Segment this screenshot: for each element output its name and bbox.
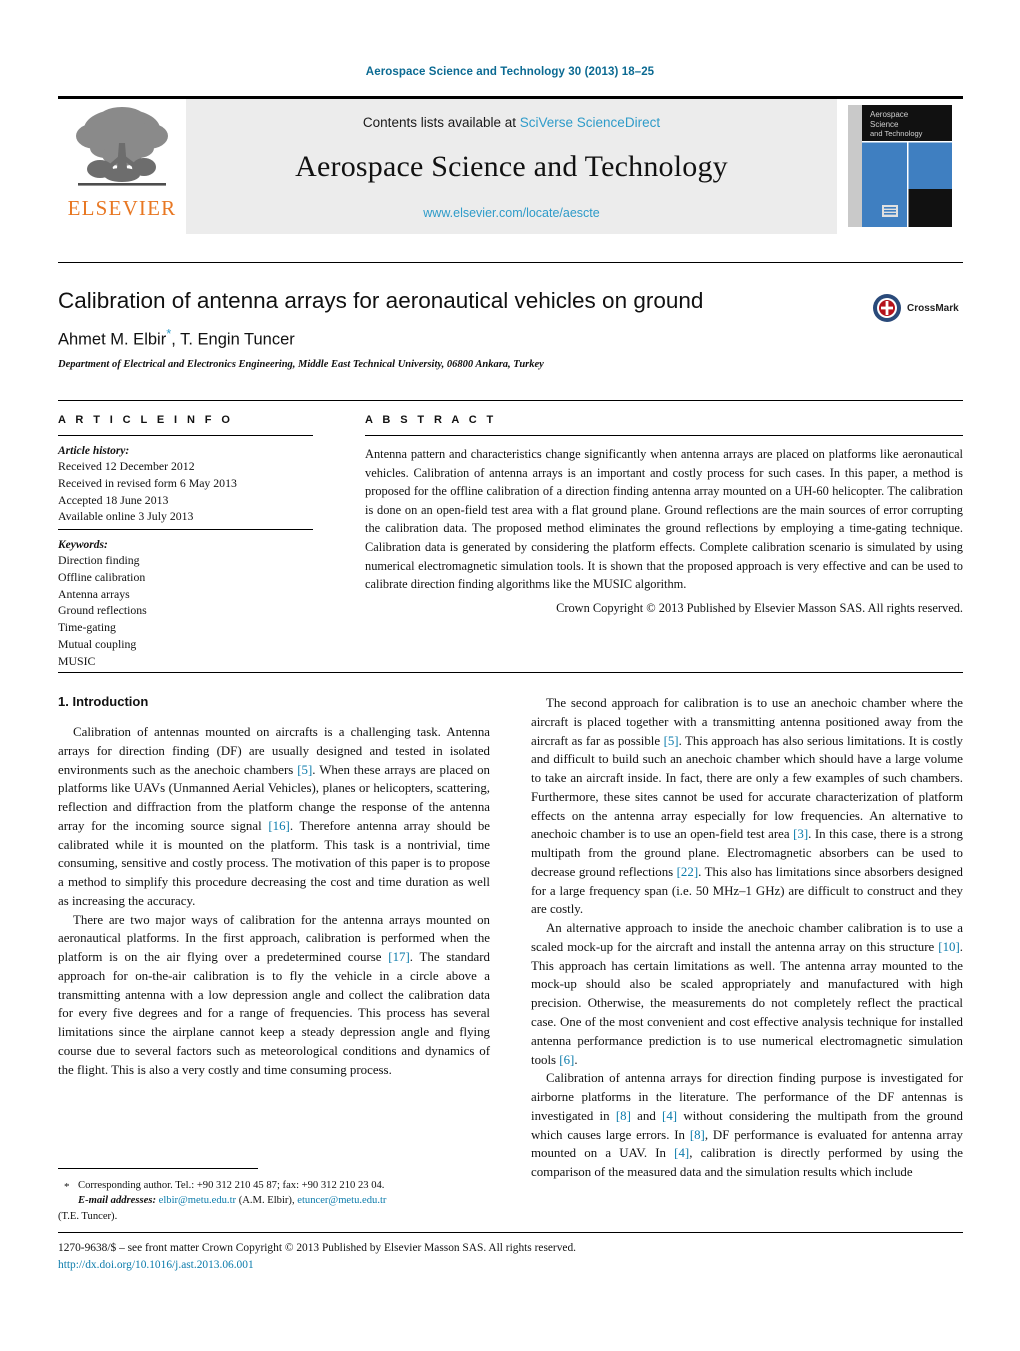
paragraph-text: .	[574, 1052, 578, 1067]
body-paragraph: The second approach for calibration is t…	[531, 694, 963, 919]
journal-masthead: ELSEVIER Contents lists available at Sci…	[58, 96, 963, 234]
article-history-list: Received 12 December 2012 Received in rev…	[58, 458, 313, 525]
email-link-2[interactable]: etuncer@metu.edu.tr	[297, 1195, 386, 1206]
crossmark-label: CrossMark	[907, 302, 959, 314]
article-title: Calibration of antenna arrays for aerona…	[58, 288, 704, 313]
journal-article-page: Aerospace Science and Technology 30 (201…	[0, 0, 1020, 1351]
citation-link[interactable]: [4]	[674, 1146, 689, 1160]
page-footer: 1270-9638/$ – see front matter Crown Cop…	[58, 1240, 963, 1274]
citation-link[interactable]: [8]	[616, 1109, 631, 1123]
svg-text:Science: Science	[870, 120, 899, 129]
keyword-item: Direction finding	[58, 553, 140, 567]
keywords-label: Keywords:	[58, 539, 108, 551]
abstract-heading: A B S T R A C T	[365, 414, 497, 426]
crossmark-badge[interactable]: CrossMark	[872, 288, 964, 328]
paragraph-text: and	[630, 1108, 663, 1123]
paragraph-text: An alternative approach to inside the an…	[531, 921, 963, 954]
footnote-contact-line: Corresponding author. Tel.: +90 312 210 …	[78, 1180, 385, 1191]
author-affiliation: Department of Electrical and Electronics…	[58, 359, 544, 370]
article-info-heading: A R T I C L E I N F O	[58, 414, 234, 426]
article-info-column: A R T I C L E I N F O Article history: R…	[58, 414, 313, 669]
citation-link[interactable]: [16]	[268, 819, 289, 833]
email-link-1[interactable]: elbir@metu.edu.tr	[159, 1195, 236, 1206]
citation-link[interactable]: [8]	[690, 1128, 705, 1142]
article-history-label: Article history:	[58, 445, 130, 457]
elsevier-tree-icon	[76, 107, 168, 186]
keywords-list: Direction finding Offline calibration Ante…	[58, 552, 313, 669]
svg-text:and Technology: and Technology	[870, 129, 923, 138]
body-column-left: 1. Introduction Calibration of antennas …	[58, 694, 490, 1080]
author-first: Ahmet M. Elbir	[58, 330, 167, 349]
citation-link[interactable]: [5]	[297, 763, 312, 777]
journal-title: Aerospace Science and Technology	[295, 150, 728, 183]
citation-link[interactable]: [6]	[559, 1053, 574, 1067]
section-title-introduction: 1. Introduction	[58, 694, 149, 709]
abstract-column: A B S T R A C T Antenna pattern and char…	[365, 414, 963, 617]
body-paragraph: Calibration of antennas mounted on aircr…	[58, 723, 490, 911]
article-history-item: Received in revised form 6 May 2013	[58, 475, 237, 490]
paragraph-text: . The standard approach for on-the-air c…	[58, 950, 490, 1077]
abstract-rule	[365, 435, 963, 436]
abstract-band-top-rule	[58, 400, 963, 401]
journal-cover-thumbnail: Aerospace Science and Technology	[837, 99, 963, 234]
article-info-rule	[58, 435, 313, 436]
abstract-copyright: Crown Copyright © 2013 Published by Else…	[556, 600, 963, 615]
article-history-item: Received 12 December 2012	[58, 459, 195, 473]
doi-link[interactable]: http://dx.doi.org/10.1016/j.ast.2013.06.…	[58, 1257, 963, 1274]
body-paragraph: There are two major ways of calibration …	[58, 911, 490, 1080]
elsevier-wordmark: ELSEVIER	[67, 196, 177, 220]
right-paragraphs: The second approach for calibration is t…	[531, 694, 963, 1182]
footnote-separator-rule	[58, 1168, 258, 1169]
keyword-item: Offline calibration	[58, 569, 146, 584]
contents-prefix: Contents lists available at	[362, 115, 520, 130]
issn-copyright-line: 1270-9638/$ – see front matter Crown Cop…	[58, 1242, 577, 1254]
body-paragraph: Calibration of antenna arrays for direct…	[531, 1069, 963, 1182]
running-head: Aerospace Science and Technology 30 (201…	[365, 66, 655, 78]
crossmark-icon	[873, 294, 901, 322]
keyword-item: Antenna arrays	[58, 586, 130, 601]
footnote-star-icon: *	[64, 1181, 70, 1193]
body-paragraph: An alternative approach to inside the an…	[531, 919, 963, 1069]
left-paragraphs: Calibration of antennas mounted on aircr…	[58, 723, 490, 1080]
corresponding-author-footnote: * Corresponding author. Tel.: +90 312 21…	[58, 1178, 490, 1224]
contents-available-line: Contents lists available at SciVerse Sci…	[363, 115, 660, 130]
keyword-item: Time-gating	[58, 620, 116, 634]
citation-link[interactable]: [10]	[938, 940, 959, 954]
citation-link[interactable]: [3]	[793, 827, 808, 841]
email-owner-1: (A.M. Elbir),	[236, 1195, 298, 1207]
abstract-text: Antenna pattern and characteristics chan…	[365, 447, 963, 592]
journal-cover-image: Aerospace Science and Technology	[844, 101, 956, 231]
svg-text:Aerospace: Aerospace	[870, 110, 909, 119]
body-column-right: The second approach for calibration is t…	[531, 694, 963, 1182]
citation-link[interactable]: [5]	[664, 734, 679, 748]
elsevier-logo: ELSEVIER	[58, 99, 186, 234]
masthead-center: Contents lists available at SciVerse Sci…	[186, 99, 837, 234]
keyword-item: MUSIC	[58, 653, 96, 668]
footnote-email-owner-2: (T.E. Tuncer).	[58, 1210, 118, 1222]
paragraph-text: . This approach has certain limitations …	[531, 939, 963, 1067]
journal-url-link[interactable]: www.elsevier.com/locate/aescte	[423, 206, 599, 220]
sciencedirect-link[interactable]: SciVerse ScienceDirect	[520, 115, 660, 130]
author-rest: , T. Engin Tuncer	[171, 330, 295, 349]
paragraph-text: . This approach has also serious limitat…	[531, 733, 964, 842]
keyword-item: Ground reflections	[58, 603, 147, 618]
footer-separator-rule	[58, 1232, 963, 1233]
citation-link[interactable]: [4]	[662, 1109, 677, 1123]
article-history-item: Available online 3 July 2013	[58, 509, 194, 524]
citation-link[interactable]: [22]	[677, 865, 698, 879]
article-history-item: Accepted 18 June 2013	[58, 492, 169, 507]
abstract-band-bottom-rule	[58, 672, 963, 673]
keywords-rule	[58, 529, 313, 530]
footnote-email-line: E-mail addresses: elbir@metu.edu.tr (A.M…	[58, 1193, 490, 1208]
title-separator-rule	[58, 262, 963, 263]
keyword-item: Mutual coupling	[58, 636, 137, 651]
email-addresses-label: E-mail addresses:	[78, 1195, 156, 1207]
author-list: Ahmet M. Elbir*, T. Engin Tuncer	[58, 326, 838, 350]
citation-link[interactable]: [17]	[388, 950, 409, 964]
